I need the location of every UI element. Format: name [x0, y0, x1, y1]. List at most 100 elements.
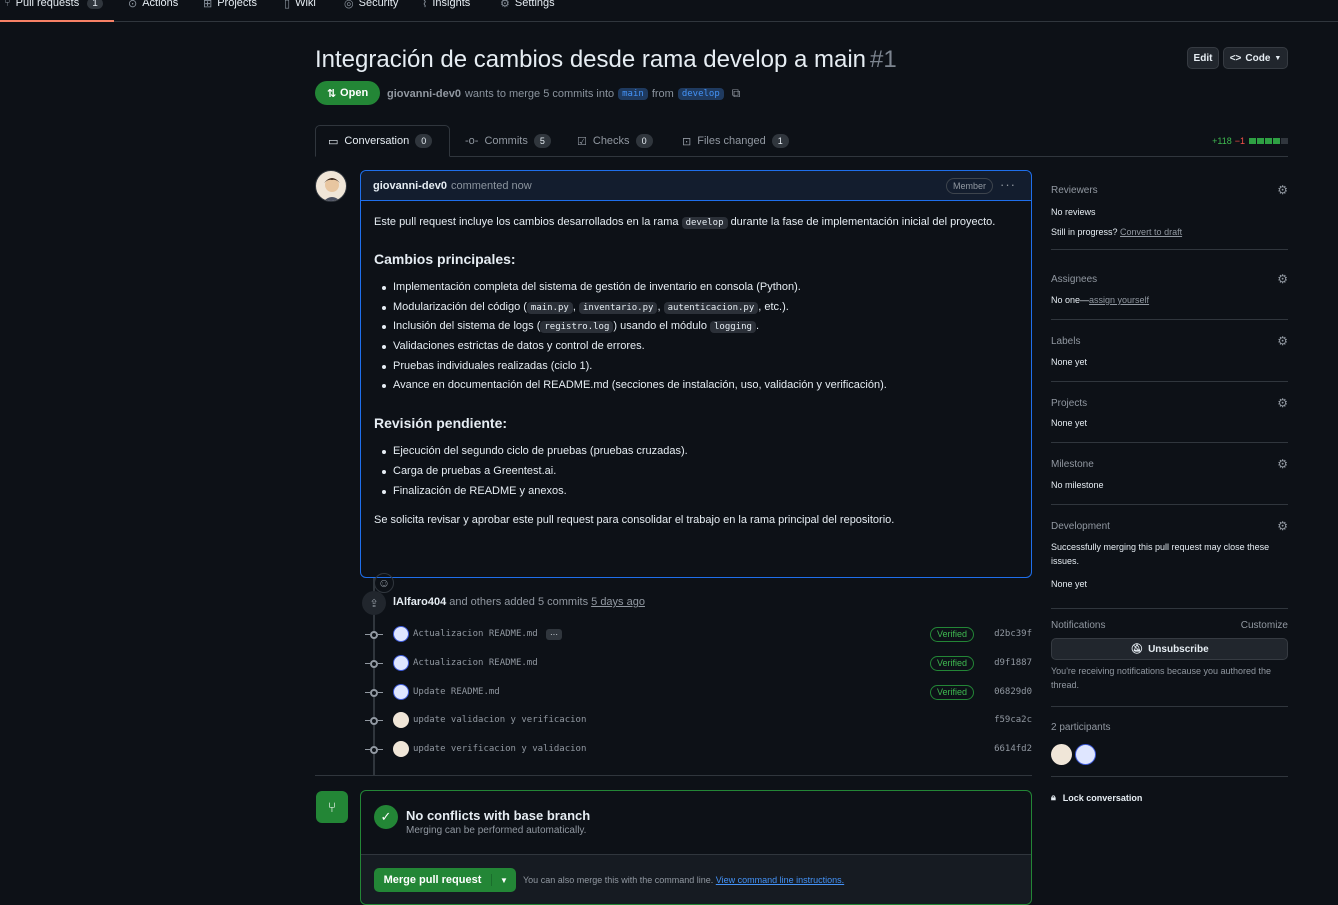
commit-message[interactable]: update verificacion y validacion — [413, 744, 586, 754]
comment-intro: Este pull request incluye los cambios de… — [374, 216, 995, 229]
projects-title[interactable]: Projects — [1051, 398, 1087, 409]
comment-icon: ▭ — [328, 135, 339, 148]
deletions-count: −1 — [1234, 136, 1245, 146]
sidebar-assignees: Assignees ⚙ No one—assign yourself — [1051, 250, 1288, 320]
merge-pull-request-button[interactable]: Merge pull request ▼ — [374, 868, 516, 892]
sidebar-milestone: Milestone ⚙ No milestone — [1051, 443, 1288, 505]
assignees-title[interactable]: Assignees — [1051, 274, 1097, 285]
avatar[interactable] — [393, 684, 409, 700]
development-note: Successfully merging this pull request m… — [1051, 542, 1270, 552]
author-link[interactable]: giovanni-dev0 — [387, 88, 461, 100]
commit-sha[interactable]: d9f1887 — [994, 658, 1032, 668]
status-badge: ⇅ Open — [315, 81, 380, 105]
unsubscribe-button[interactable]: 🔕︎ Unsubscribe — [1051, 638, 1288, 660]
role-badge: Member — [945, 178, 993, 194]
lock-conversation[interactable]: 🔒︎ Lock conversation — [1051, 792, 1142, 803]
tab-commits[interactable]: -o- Commits 5 — [465, 125, 551, 157]
avatar[interactable] — [393, 712, 409, 728]
merge-box: ✓ No conflicts with base branch Merging … — [360, 790, 1032, 905]
item-text: Inclusión del sistema de logs ( — [393, 320, 541, 332]
code-button[interactable]: <> Code ▼ — [1223, 47, 1288, 69]
notifications-note-end: thread. — [1051, 680, 1080, 690]
page-title: Integración de cambios desde rama develo… — [315, 46, 897, 74]
verified-badge[interactable]: Verified — [929, 685, 974, 700]
gear-icon[interactable]: ⚙ — [1277, 334, 1288, 348]
gear-icon[interactable]: ⚙ — [1277, 396, 1288, 410]
comment-author[interactable]: giovanni-dev0 — [373, 180, 447, 192]
pr-tabs: ▭ Conversation 0 -o- Commits 5 ☑ Checks … — [315, 125, 1288, 157]
sidebar-labels: Labels ⚙ None yet — [1051, 320, 1288, 382]
gear-icon[interactable]: ⚙ — [1277, 272, 1288, 286]
comment-box: giovanni-dev0 commented now Member ··· E… — [360, 170, 1032, 593]
tab-checks-count: 0 — [635, 134, 653, 148]
nav-insights[interactable]: ⌇ Insights — [422, 0, 470, 11]
active-tab-underline — [0, 20, 114, 22]
avatar[interactable] — [1075, 744, 1096, 765]
commit-sha[interactable]: 6614fd2 — [994, 744, 1032, 754]
pr-number: #1 — [870, 46, 897, 73]
nav-pull-requests[interactable]: ⑂ Pull requests 1 — [4, 0, 103, 11]
gear-icon[interactable]: ⚙ — [1277, 183, 1288, 197]
heading-changes: Cambios principales: — [374, 251, 516, 267]
avatar[interactable] — [393, 626, 409, 642]
merge-hint: You can also merge this with the command… — [523, 875, 844, 885]
tab-conversation[interactable]: ▭ Conversation 0 — [315, 125, 450, 157]
chevron-down-icon[interactable]: ▼ — [492, 876, 516, 885]
heading-pending: Revisión pendiente: — [374, 415, 508, 431]
head-branch[interactable]: develop — [677, 87, 724, 100]
commit-sha[interactable]: 06829d0 — [994, 687, 1032, 697]
commit-sha[interactable]: d2bc39f — [994, 629, 1032, 639]
check-icon: ✓ — [374, 805, 398, 829]
commit-message[interactable]: Update README.md — [413, 687, 500, 697]
commit-sha[interactable]: f59ca2c — [994, 715, 1032, 725]
commit-message[interactable]: Actualizacion README.md — [413, 658, 538, 668]
smiley-icon[interactable]: ☺ — [374, 573, 394, 593]
development-title[interactable]: Development — [1051, 521, 1110, 532]
commit-message[interactable]: Actualizacion README.md — [413, 629, 538, 639]
push-text: and others added 5 commits — [449, 596, 589, 608]
lock-icon: 🔒︎ — [1051, 792, 1056, 802]
convert-to-draft-link[interactable]: Convert to draft — [1120, 227, 1182, 237]
checklist-icon: ☑ — [577, 135, 587, 148]
sidebar-projects: Projects ⚙ None yet — [1051, 382, 1288, 443]
gear-icon[interactable]: ⚙ — [1277, 457, 1288, 471]
avatar[interactable] — [393, 655, 409, 671]
nav-security[interactable]: ◎ Security — [344, 0, 398, 11]
expand-message-button[interactable]: ··· — [546, 629, 562, 640]
list-item: Carga de pruebas a Greentest.ai. — [381, 465, 557, 477]
reviewers-title[interactable]: Reviewers — [1051, 185, 1098, 196]
verified-badge[interactable]: Verified — [929, 627, 974, 642]
edit-button[interactable]: Edit — [1187, 47, 1219, 69]
comment-action[interactable]: commented now — [451, 180, 532, 192]
pr-title: Integración de cambios desde rama develo… — [315, 46, 866, 73]
tab-checks-label: Checks — [592, 135, 630, 147]
labels-title[interactable]: Labels — [1051, 336, 1080, 347]
gear-icon[interactable]: ⚙ — [1277, 519, 1288, 533]
tab-checks[interactable]: ☑ Checks 0 — [577, 125, 653, 157]
customize-link[interactable]: Customize — [1241, 620, 1288, 631]
push-time[interactable]: 5 days ago — [591, 596, 645, 608]
nav-settings[interactable]: ⚙ Settings — [500, 0, 555, 11]
command-line-link[interactable]: View command line instructions. — [716, 875, 844, 885]
verified-badge[interactable]: Verified — [929, 656, 974, 671]
avatar[interactable] — [393, 741, 409, 757]
milestone-title[interactable]: Milestone — [1051, 459, 1094, 470]
kebab-horizontal-icon[interactable]: ··· — [1000, 177, 1016, 192]
push-author[interactable]: lAlfaro404 — [393, 596, 446, 608]
item-code: autenticacion.py — [663, 302, 759, 314]
tab-commits-label: Commits — [484, 135, 528, 147]
assign-yourself-link[interactable]: assign yourself — [1089, 295, 1149, 305]
item-text: Modularización del código ( — [393, 301, 527, 313]
item-text: , etc.). — [758, 301, 789, 313]
nav-actions[interactable]: ⊙ Actions — [128, 0, 178, 11]
base-branch[interactable]: main — [618, 87, 648, 100]
copy-icon[interactable]: ⧉ — [732, 86, 741, 101]
chevron-down-icon: ▼ — [1274, 54, 1282, 62]
nav-wiki[interactable]: ▯ Wiki — [284, 0, 316, 11]
commit-message[interactable]: update validacion y verificacion — [413, 715, 586, 725]
sidebar-participants: 2 participants — [1051, 707, 1288, 777]
nav-projects[interactable]: ⊞ Projects — [203, 0, 257, 11]
avatar[interactable] — [1051, 744, 1072, 765]
avatar[interactable] — [315, 170, 347, 202]
tab-files-changed[interactable]: ⊡ Files changed 1 — [682, 125, 789, 157]
